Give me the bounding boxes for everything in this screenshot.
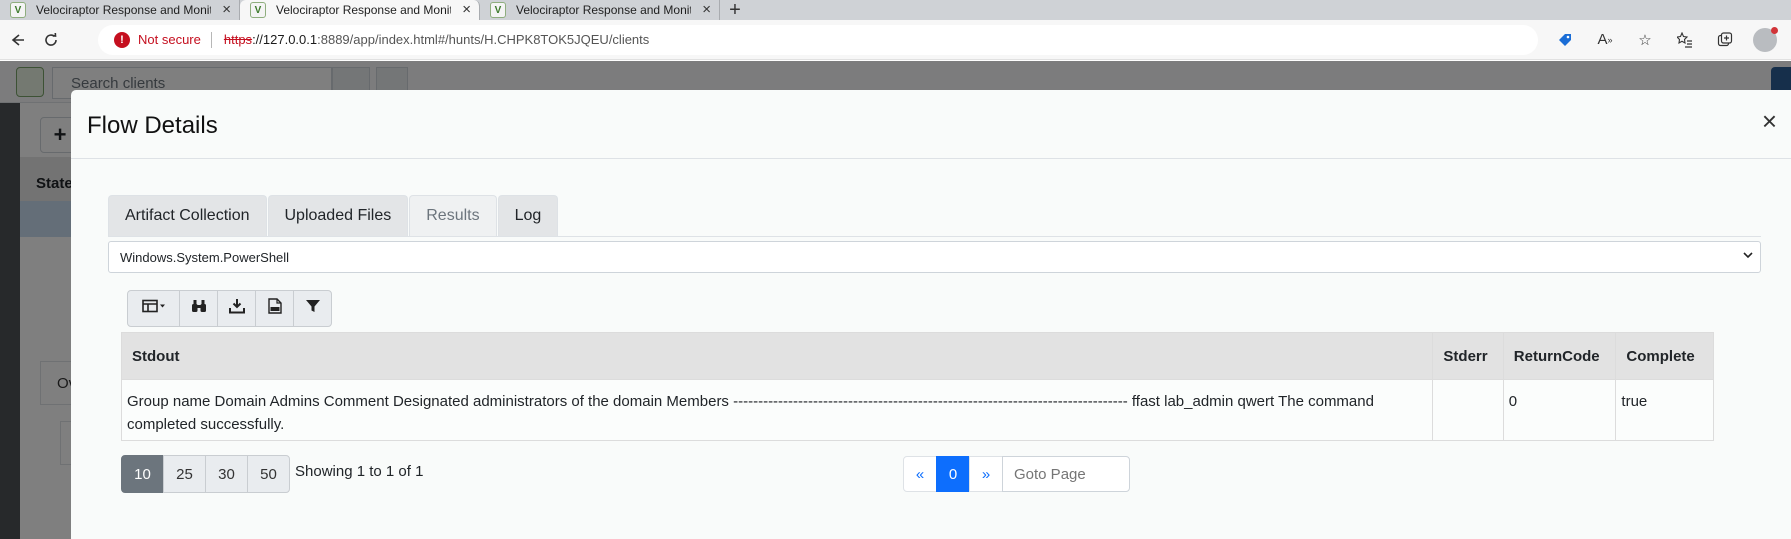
column-header-stderr[interactable]: Stderr (1432, 332, 1504, 380)
complete-cell: true (1615, 379, 1714, 441)
column-toggle-icon (141, 299, 166, 318)
read-aloud-icon[interactable]: A» (1585, 23, 1625, 57)
velociraptor-favicon-icon: V (250, 2, 266, 18)
column-header-complete[interactable]: Complete (1615, 332, 1714, 380)
close-tab-icon[interactable]: × (462, 1, 471, 18)
filter-button[interactable] (293, 290, 332, 327)
address-bar-row: ! Not secure https ://127.0.0.1 :8889/ap… (0, 20, 1791, 60)
page-size-30-button[interactable]: 30 (205, 455, 248, 493)
column-toggle-button[interactable] (127, 290, 180, 327)
modal-header: Flow Details × (71, 90, 1791, 159)
artifact-select[interactable]: Windows.System.PowerShell (108, 241, 1761, 273)
back-arrow-icon[interactable] (0, 23, 34, 57)
new-tab-button[interactable]: + (720, 0, 750, 21)
results-header-row: Stdout Stderr ReturnCode Complete (120, 332, 1714, 380)
url-field[interactable]: ! Not secure https ://127.0.0.1 :8889/ap… (98, 24, 1538, 55)
tab-results[interactable]: Results (409, 195, 497, 236)
flow-details-modal: Flow Details × Artifact Collection Uploa… (71, 90, 1791, 539)
results-toolbar (127, 290, 332, 327)
favorites-icon[interactable] (1665, 23, 1705, 57)
url-path: :8889/app/index.html#/hunts/H.CHPK8TOK5J… (317, 32, 650, 47)
profile-avatar-icon[interactable] (1753, 26, 1778, 52)
tab-log[interactable]: Log (497, 195, 559, 236)
tabs-divider (108, 236, 1761, 237)
showing-count-text: Showing 1 to 1 of 1 (295, 463, 424, 480)
browser-tab-2[interactable]: V Velociraptor Response and Monit × (240, 0, 480, 20)
page-size-10-button[interactable]: 10 (121, 455, 164, 493)
page-size-50-button[interactable]: 50 (247, 455, 290, 493)
close-tab-icon[interactable]: × (222, 1, 231, 18)
velociraptor-favicon-icon: V (490, 2, 506, 18)
url-divider (210, 31, 212, 48)
velociraptor-favicon-icon: V (10, 2, 26, 18)
modal-title: Flow Details (87, 112, 218, 139)
collections-icon[interactable] (1705, 23, 1745, 57)
table-row: Group name Domain Admins Comment Designa… (120, 379, 1714, 441)
returncode-cell: 0 (1502, 379, 1617, 441)
results-table: Stdout Stderr ReturnCode Complete Group … (120, 332, 1714, 441)
download-button[interactable] (217, 290, 256, 327)
pagination: « 0 » (903, 456, 1130, 492)
csv-file-icon (267, 298, 282, 319)
download-icon (228, 298, 245, 319)
tab-artifact-collection[interactable]: Artifact Collection (108, 195, 267, 236)
search-results-button[interactable] (179, 290, 218, 327)
browser-tab-1[interactable]: V Velociraptor Response and Monit × (0, 0, 240, 20)
stdout-cell: Group name Domain Admins Comment Designa… (120, 379, 1434, 441)
chevron-down-icon (1742, 248, 1754, 264)
tab-uploaded-files[interactable]: Uploaded Files (267, 195, 409, 236)
goto-page-input[interactable] (1002, 456, 1130, 492)
close-icon[interactable]: × (1762, 108, 1777, 134)
browser-tab-title: Velociraptor Response and Monit (276, 3, 451, 17)
coupon-tag-icon[interactable] (1545, 23, 1585, 57)
stderr-cell (1432, 379, 1504, 441)
browser-toolbar-right: A» ☆ (1545, 23, 1785, 57)
artifact-select-value: Windows.System.PowerShell (120, 249, 290, 265)
browser-tab-strip: V Velociraptor Response and Monit × V Ve… (0, 0, 1791, 21)
browser-tab-title: Velociraptor Response and Monit (36, 3, 211, 17)
warning-icon: ! (114, 31, 130, 48)
browser-tab-3[interactable]: V Velociraptor Response and Monit × (480, 0, 720, 20)
page-size-25-button[interactable]: 25 (163, 455, 206, 493)
browser-tab-title: Velociraptor Response and Monit (516, 3, 691, 17)
url-scheme: https (223, 32, 253, 47)
next-page-button[interactable]: » (969, 456, 1003, 492)
page-size-selector: 10 25 30 50 (121, 455, 290, 493)
url-host: ://127.0.0.1 (252, 32, 318, 47)
not-secure-label[interactable]: Not secure (138, 32, 201, 47)
reload-icon[interactable] (34, 23, 68, 57)
current-page-button[interactable]: 0 (936, 456, 970, 492)
close-tab-icon[interactable]: × (702, 1, 711, 18)
prev-page-button[interactable]: « (903, 456, 937, 492)
column-header-stdout[interactable]: Stdout (120, 332, 1434, 380)
add-favorite-icon[interactable]: ☆ (1625, 23, 1665, 57)
export-csv-button[interactable] (255, 290, 294, 327)
flow-tabs: Artifact Collection Uploaded Files Resul… (108, 195, 559, 236)
binoculars-icon (191, 299, 207, 318)
column-header-returncode[interactable]: ReturnCode (1502, 332, 1617, 380)
filter-icon (305, 298, 321, 319)
